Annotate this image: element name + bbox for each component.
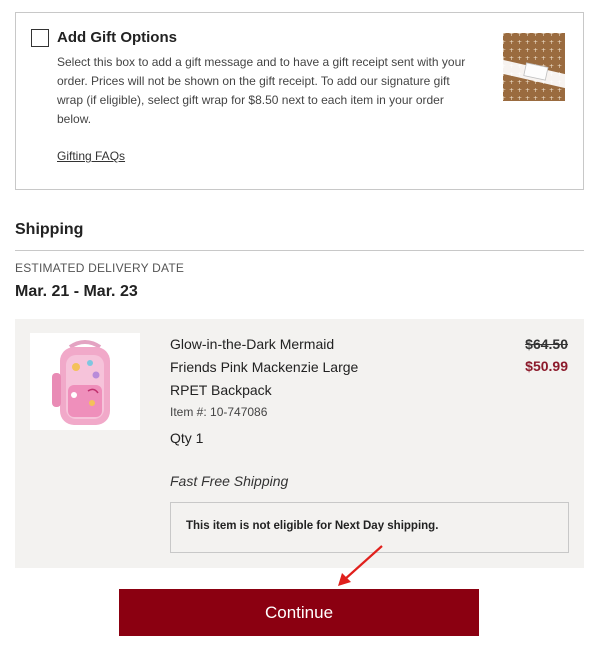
- gift-options-panel: Add Gift Options Select this box to add …: [15, 12, 584, 190]
- item-quantity: Qty 1: [170, 430, 204, 446]
- item-number: Item #: 10-747086: [170, 405, 268, 419]
- shipping-method: Fast Free Shipping: [170, 473, 289, 489]
- sale-price: $50.99: [525, 358, 568, 374]
- backpack-product-image[interactable]: [30, 333, 140, 430]
- arrow-pointer-icon: [338, 545, 383, 586]
- gift-wrap-image: +: [499, 29, 569, 107]
- shipping-heading: Shipping: [15, 221, 84, 238]
- estimated-delivery-label: ESTIMATED DELIVERY DATE: [15, 261, 185, 275]
- item-name[interactable]: Glow-in-the-Dark Mermaid Friends Pink Ma…: [170, 333, 370, 402]
- gift-options-title: Add Gift Options: [57, 29, 177, 46]
- cart-item: Glow-in-the-Dark Mermaid Friends Pink Ma…: [15, 319, 584, 568]
- estimated-delivery-date: Mar. 21 - Mar. 23: [15, 283, 138, 300]
- shipping-divider: [15, 250, 584, 251]
- gifting-faqs-link[interactable]: Gifting FAQs: [57, 149, 125, 163]
- next-day-notice-text: This item is not eligible for Next Day s…: [186, 520, 439, 532]
- gift-options-checkbox[interactable]: [31, 29, 49, 47]
- continue-button[interactable]: Continue: [119, 589, 479, 636]
- gift-options-description: Select this box to add a gift message an…: [57, 55, 466, 126]
- original-price: $64.50: [525, 336, 568, 352]
